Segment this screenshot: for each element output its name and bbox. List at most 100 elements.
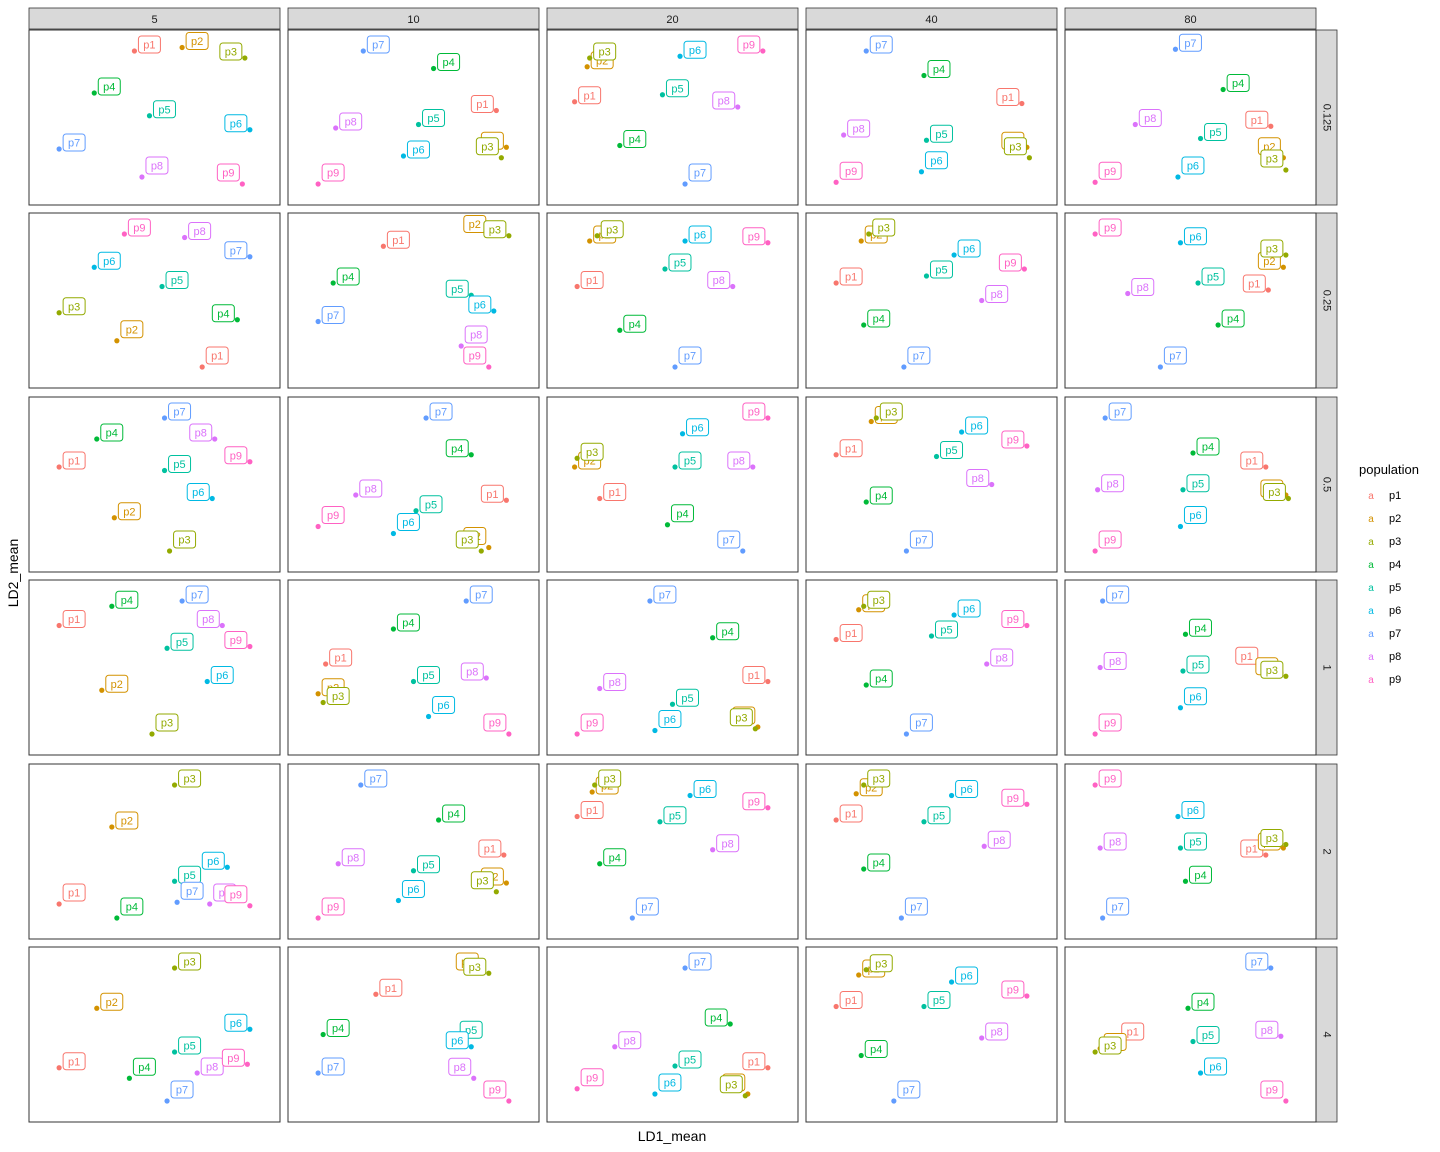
point-label-p7: p7 bbox=[1114, 407, 1126, 419]
point-p7 bbox=[247, 254, 253, 260]
panel-10-0.5: p1p2p3p4p5p6p7p8p9 bbox=[287, 396, 540, 573]
point-p5 bbox=[1180, 668, 1186, 674]
point-label-p6: p6 bbox=[960, 971, 972, 983]
point-label-p7: p7 bbox=[903, 1085, 915, 1097]
point-p6 bbox=[400, 153, 407, 159]
point-label-p8: p8 bbox=[733, 456, 745, 468]
panel-border bbox=[546, 763, 799, 940]
legend-title: population bbox=[1359, 462, 1419, 477]
point-p1 bbox=[493, 107, 499, 114]
point-label-p8: p8 bbox=[1107, 478, 1119, 490]
panel-5-2: p1p2p3p4p5p6p7p8p9 bbox=[28, 763, 281, 940]
point-label-p3: p3 bbox=[875, 958, 887, 970]
point-label-p1: p1 bbox=[335, 653, 347, 665]
point-p7 bbox=[740, 548, 746, 554]
point-label-p7: p7 bbox=[915, 535, 927, 547]
point-label-p4: p4 bbox=[609, 852, 621, 864]
point-p3 bbox=[486, 970, 492, 976]
point-p7 bbox=[1268, 965, 1274, 971]
point-p2 bbox=[109, 824, 115, 830]
point-p8 bbox=[194, 1070, 200, 1076]
point-p7 bbox=[672, 364, 678, 370]
point-label-p8: p8 bbox=[853, 124, 865, 136]
point-p3 bbox=[56, 310, 62, 316]
point-p9 bbox=[1024, 801, 1030, 807]
point-label-p5: p5 bbox=[933, 995, 945, 1007]
point-label-p1: p1 bbox=[476, 99, 488, 111]
point-label-p8: p8 bbox=[202, 614, 214, 626]
point-label-p6: p6 bbox=[474, 300, 486, 312]
point-label-p4: p4 bbox=[451, 443, 463, 455]
point-p7 bbox=[682, 965, 688, 971]
point-p2 bbox=[114, 338, 120, 344]
point-label-p3: p3 bbox=[1268, 487, 1280, 499]
point-label-p7: p7 bbox=[875, 40, 887, 52]
point-label-p8: p8 bbox=[993, 835, 1005, 847]
panel-20-0.25: p1p2p3p4p5p6p7p8p9 bbox=[546, 212, 799, 389]
point-label-p9: p9 bbox=[748, 407, 760, 419]
point-p5 bbox=[1190, 1038, 1196, 1045]
point-p7 bbox=[903, 731, 910, 737]
point-label-p3: p3 bbox=[183, 957, 195, 969]
panel-5-0.5: p1 p2 p3 p4 p5 p6 p7 p8 p9 bbox=[28, 396, 281, 573]
point-label-p1: p1 bbox=[1241, 651, 1253, 663]
point-p5 bbox=[921, 1003, 927, 1010]
point-label-p4: p4 bbox=[629, 134, 641, 146]
point-label-p1: p1 bbox=[609, 487, 621, 499]
point-p2 bbox=[868, 418, 874, 425]
point-p1 bbox=[503, 497, 509, 503]
point-p1 bbox=[833, 1003, 839, 1010]
point-p6 bbox=[204, 678, 210, 685]
point-p4 bbox=[861, 322, 867, 328]
point-label-p6: p6 bbox=[230, 1018, 242, 1030]
point-p6 bbox=[682, 238, 688, 244]
point-label-p9: p9 bbox=[1104, 774, 1116, 786]
point-p5 bbox=[921, 819, 927, 825]
point-p3 bbox=[506, 233, 512, 239]
point-label-p7: p7 bbox=[641, 902, 653, 914]
point-label-p1: p1 bbox=[68, 614, 80, 626]
point-label-p9: p9 bbox=[227, 1053, 239, 1065]
point-p8 bbox=[989, 481, 995, 488]
point-p4 bbox=[710, 635, 716, 641]
point-label-p4: p4 bbox=[106, 428, 118, 440]
point-p4 bbox=[1215, 322, 1221, 328]
point-label-p5: p5 bbox=[451, 284, 463, 296]
point-p1 bbox=[380, 243, 386, 249]
panel-border bbox=[287, 396, 540, 573]
point-p8 bbox=[333, 125, 339, 131]
point-p9 bbox=[121, 231, 127, 237]
point-p8 bbox=[139, 174, 145, 180]
point-label-p1: p1 bbox=[1246, 844, 1258, 856]
panel-10-0.25: p1 p2 p3 p4 p5 p6 p7 p8 p9 bbox=[287, 212, 540, 389]
point-p4 bbox=[94, 436, 100, 442]
point-label-p8: p8 bbox=[470, 330, 482, 342]
point-label-p9: p9 bbox=[230, 450, 242, 462]
point-p6 bbox=[224, 864, 230, 870]
legend-label-p5: p5 bbox=[1389, 582, 1401, 594]
point-p4 bbox=[320, 1031, 326, 1038]
point-label-p3: p3 bbox=[586, 447, 598, 459]
point-label-p9: p9 bbox=[586, 1072, 598, 1084]
point-p4 bbox=[91, 90, 97, 96]
point-label-p2: p2 bbox=[126, 324, 138, 336]
point-p2 bbox=[94, 1005, 100, 1011]
point-p7 bbox=[1100, 915, 1106, 921]
point-label-p2: p2 bbox=[123, 506, 135, 518]
legend: population a p1 a p2 a p3 a p4 a p5 a p6 a p7 a p8 a p9 bbox=[1359, 462, 1419, 686]
point-p6 bbox=[1177, 523, 1184, 530]
point-p2 bbox=[572, 464, 578, 470]
point-p5 bbox=[669, 701, 676, 707]
point-label-p6: p6 bbox=[694, 230, 706, 242]
point-p9 bbox=[1092, 231, 1098, 237]
point-p1 bbox=[597, 495, 603, 502]
point-p9 bbox=[574, 731, 580, 737]
point-label-p1: p1 bbox=[1127, 1027, 1139, 1039]
point-p9 bbox=[244, 1061, 250, 1067]
panel-40-1: p1p2p3p4p5p6p7p8p9 bbox=[805, 579, 1058, 756]
point-label-p9: p9 bbox=[1007, 435, 1019, 447]
point-label-p9: p9 bbox=[489, 1085, 501, 1097]
point-label-p6: p6 bbox=[1189, 510, 1201, 522]
point-label-p7: p7 bbox=[723, 535, 735, 547]
point-label-p7: p7 bbox=[913, 351, 925, 363]
